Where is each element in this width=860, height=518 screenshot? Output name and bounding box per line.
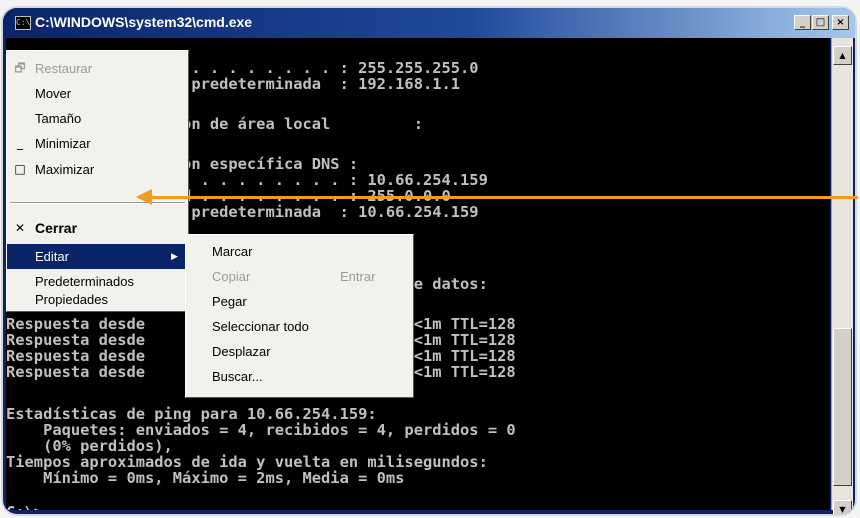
menu-item-restore[interactable]: 🗗 Restaurar [7,56,188,81]
system-menu: 🗗 Restaurar Mover Tamaño _ Minimizar □ M… [6,50,189,312]
menu-item-label: Restaurar [35,61,93,76]
menu-item-size[interactable]: Tamaño [7,106,188,131]
close-icon: ✕ [14,221,26,235]
menu-item-label: Marcar [212,244,253,259]
submenu-item-paste[interactable]: Pegar [186,289,413,314]
menu-item-label: Desplazar [212,344,271,359]
submenu-item-scroll[interactable]: Desplazar [186,339,413,364]
menu-item-label: Seleccionar todo [212,319,309,334]
scroll-down-icon[interactable]: ▼ [833,500,852,514]
console-line: Estadísticas de ping para 10.66.254.159: [6,405,377,423]
edit-submenu: Marcar Copiar Entrar Pegar Seleccionar t… [185,234,414,398]
maximize-button[interactable]: □ [812,15,829,30]
minimize-button[interactable]: _ [794,15,811,30]
maximize-icon: □ [14,162,26,176]
menu-item-label: Propiedades [35,292,108,307]
accelerator-label: Entrar [340,269,376,284]
vertical-scrollbar[interactable]: ▲ ▼ [831,38,853,514]
submenu-item-copy[interactable]: Copiar Entrar [186,264,413,289]
menu-item-minimize[interactable]: _ Minimizar [7,131,188,156]
menu-item-label: Editar [35,249,69,264]
submenu-item-mark[interactable]: Marcar [186,239,413,264]
menu-item-label: Pegar [212,294,247,309]
console-line: Paquetes: enviados = 4, recibidos = 4, p… [6,421,516,439]
submenu-item-find[interactable]: Buscar... [186,364,413,389]
console-line: Tiempos aproximados de ida y vuelta en m… [6,453,488,471]
console-line: C:\> [6,504,43,510]
menu-item-label: Maximizar [35,162,95,177]
menu-item-properties[interactable]: Propiedades [7,289,188,311]
scroll-thumb[interactable] [833,328,852,486]
close-button[interactable]: × [832,15,849,30]
annotation-arrow-line [150,196,858,199]
minimize-icon: _ [17,136,23,150]
submenu-item-select-all[interactable]: Seleccionar todo [186,314,413,339]
submenu-arrow-icon: ▶ [171,251,178,261]
console-window: C:\ C:\WINDOWS\system32\cmd.exe _ □ × de… [3,8,855,514]
menu-item-label: Tamaño [35,111,82,126]
console-line: (0% perdidos), [6,437,173,455]
window-title: C:\WINDOWS\system32\cmd.exe [35,14,253,30]
menu-item-label: Copiar [212,269,251,284]
restore-icon: 🗗 [14,61,26,75]
menu-item-label: Buscar... [212,369,263,384]
menu-item-edit[interactable]: Editar ▶ [7,244,188,269]
menu-item-label: Mover [35,86,72,101]
menu-item-close[interactable]: ✕ Cerrar [7,216,188,241]
menu-item-label: Minimizar [35,136,91,151]
menu-separator [10,202,185,204]
console-app-icon[interactable]: C:\ [15,16,31,30]
title-bar[interactable]: C:\ C:\WINDOWS\system32\cmd.exe _ □ × [3,8,855,38]
menu-item-label: Cerrar [35,220,78,236]
annotation-arrow-head-icon [136,189,152,205]
scroll-up-icon[interactable]: ▲ [833,46,852,65]
menu-item-maximize[interactable]: □ Maximizar [7,157,188,182]
menu-item-move[interactable]: Mover [7,81,188,106]
console-line: Mínimo = 0ms, Máximo = 2ms, Media = 0ms [6,469,405,487]
